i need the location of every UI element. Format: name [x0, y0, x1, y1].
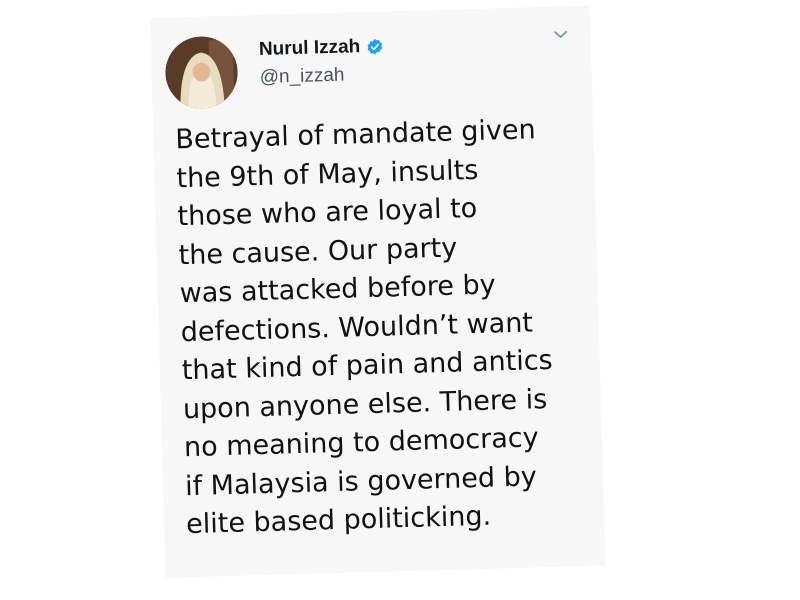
- author-handle[interactable]: @n_izzah: [259, 65, 344, 89]
- author-name-row: Nurul Izzah: [259, 35, 385, 60]
- avatar[interactable]: [164, 35, 239, 110]
- tweet-card: Nurul Izzah @n_izzah Betrayal of mandate…: [150, 5, 606, 578]
- author-display-name[interactable]: Nurul Izzah: [259, 36, 361, 61]
- chevron-down-icon[interactable]: [552, 26, 568, 42]
- tweet-text: Betrayal of mandate given the 9th of May…: [175, 110, 597, 545]
- avatar-image: [164, 35, 239, 110]
- verified-badge-icon: [367, 38, 383, 55]
- screenshot-page: Nurul Izzah @n_izzah Betrayal of mandate…: [0, 0, 800, 600]
